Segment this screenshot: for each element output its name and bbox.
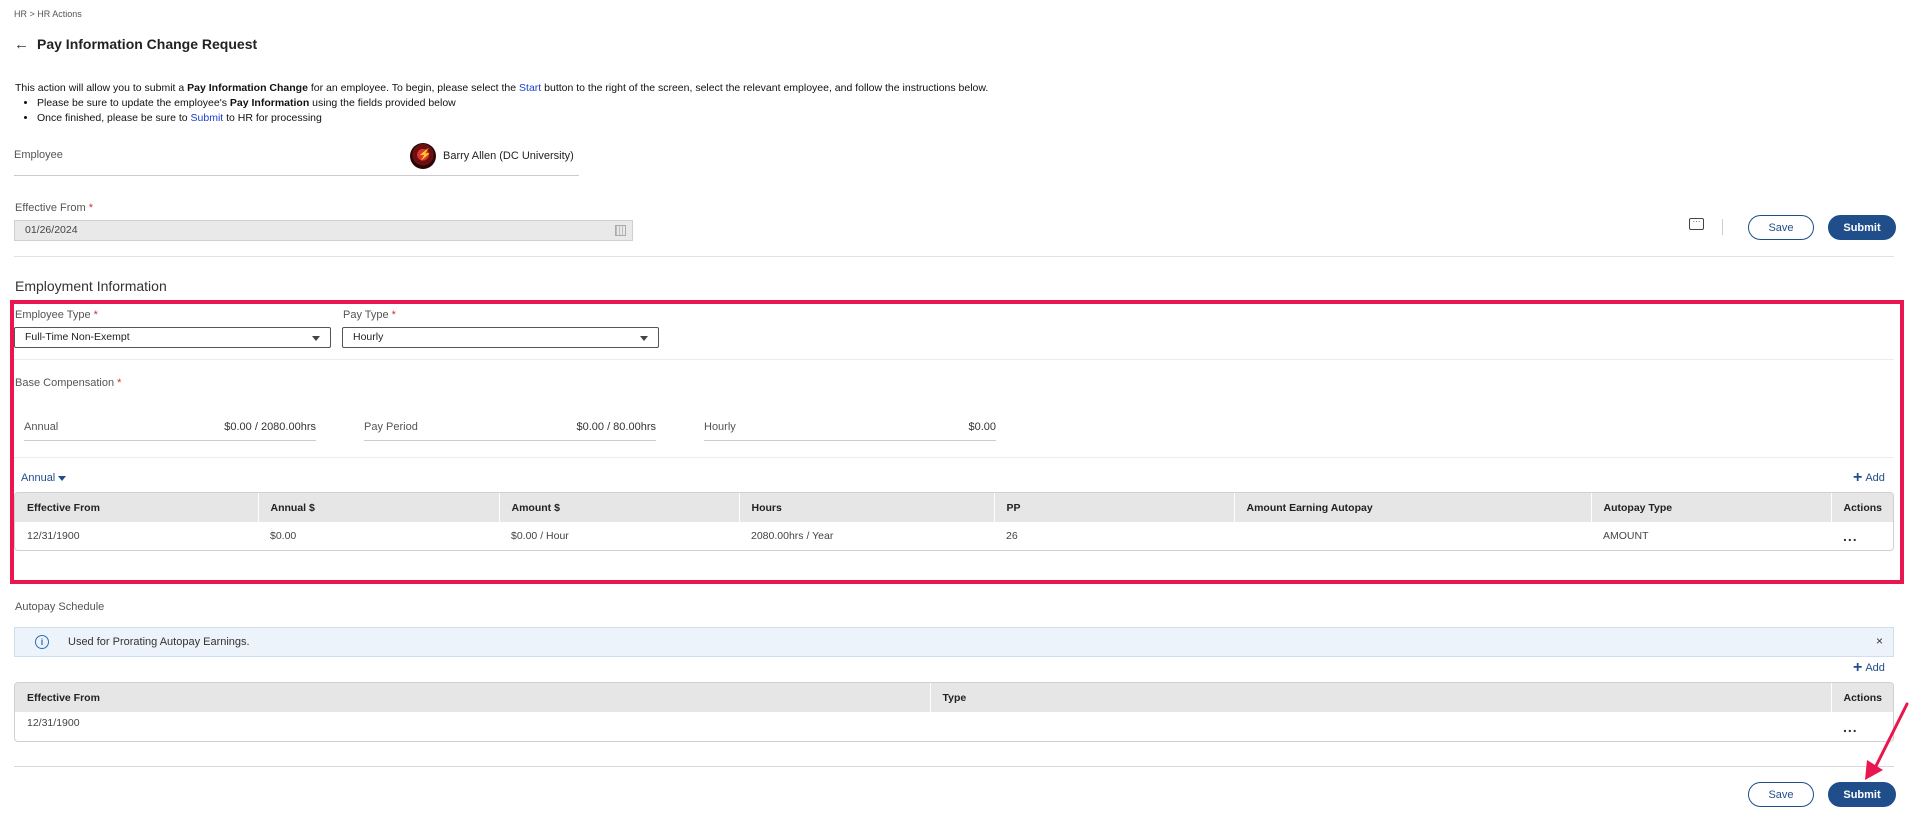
employee-name: Barry Allen (DC University) [443,150,574,162]
page-title-text: Pay Information Change Request [37,36,258,52]
employee-type-label: Employee Type * [15,309,98,321]
comp-label: Hourly [704,421,736,433]
base-compensation-label: Base Compensation * [15,377,122,389]
column-header[interactable]: PP [994,493,1235,522]
pay-type-label: Pay Type * [343,309,396,321]
employee-type-value: Full-Time Non-Exempt [25,331,130,343]
comp-value: $0.00 / 2080.00hrs [224,421,316,433]
info-banner: i Used for Prorating Autopay Earnings. × [14,627,1894,657]
effective-from-value: 01/26/2024 [25,224,78,236]
column-header[interactable]: Effective From [15,683,931,712]
instructions-paragraph: This action will allow you to submit a P… [15,81,988,96]
instructions-bold: Pay Information Change [187,82,308,94]
column-header[interactable]: Type [930,683,1832,712]
instructions-list: Please be sure to update the employee's … [37,96,988,126]
comp-label: Pay Period [364,421,418,433]
employee-type-select[interactable]: Full-Time Non-Exempt [14,327,331,348]
comp-label: Annual [24,421,59,433]
close-icon[interactable]: × [1876,634,1883,648]
instructions-text: This action will allow you to submit a [15,82,188,94]
plus-icon: + [1853,659,1863,676]
column-header[interactable]: Hours [739,493,995,522]
comp-value: $0.00 / 80.00hrs [576,421,656,433]
submit-button-bottom[interactable]: Submit [1828,782,1896,807]
instructions: This action will allow you to submit a P… [15,81,988,126]
toolbar-divider [1722,219,1723,235]
table-header-row: Effective From Type Actions [15,683,1893,712]
hourly-compensation: Hourly $0.00 [704,419,996,441]
chevron-down-icon [312,336,320,341]
instructions-text: button to the right of the screen, selec… [541,82,989,94]
autopay-schedule-title: Autopay Schedule [15,601,105,613]
instructions-text: for an employee. To begin, please select… [307,82,520,94]
table-cell: AMOUNT [1603,530,1649,542]
effective-from-label: Effective From * [15,202,93,214]
row-actions-menu-icon[interactable]: ... [1843,528,1858,544]
back-arrow-icon[interactable]: ← [14,37,29,52]
comment-icon[interactable]: ··· [1689,218,1704,230]
table-cell: 26 [1006,530,1018,542]
instructions-list-item: Once finished, please be sure to Submit … [37,111,988,126]
column-header[interactable]: Annual $ [258,493,500,522]
info-text: Used for Prorating Autopay Earnings. [68,636,250,648]
compensation-table: Effective From Annual $ Amount $ Hours P… [14,492,1894,551]
employee-label: Employee [14,149,63,161]
table-cell: $0.00 [270,530,297,542]
pay-period-compensation: Pay Period $0.00 / 80.00hrs [364,419,656,441]
annual-compensation: Annual $0.00 / 2080.00hrs [24,419,316,441]
table-cell [1234,522,1591,550]
chevron-down-icon [58,475,67,481]
column-header: Actions [1831,493,1893,522]
employee-field: Employee Barry Allen (DC University) [14,142,579,176]
pay-type-select[interactable]: Hourly [342,327,659,348]
save-button-bottom[interactable]: Save [1748,782,1814,807]
employment-info-title: Employment Information [15,278,167,294]
pay-type-value: Hourly [353,331,384,343]
add-compensation-button[interactable]: + Add [1853,470,1885,486]
table-cell: 2080.00hrs / Year [751,530,834,542]
table-cell: 12/31/1900 [27,717,80,729]
breadcrumb[interactable]: HR > HR Actions [14,9,82,19]
table-header-row: Effective From Annual $ Amount $ Hours P… [15,493,1893,522]
add-label: Add [1865,662,1885,674]
instructions-list-item: Please be sure to update the employee's … [37,96,988,111]
table-cell: $0.00 / Hour [511,530,569,542]
section-divider [14,256,1894,257]
page-title: ← Pay Information Change Request [14,36,257,52]
table-row: 12/31/1900 $0.00 $0.00 / Hour 2080.00hrs… [15,522,1893,550]
save-button[interactable]: Save [1748,215,1814,240]
divider [14,359,1894,360]
column-header[interactable]: Amount Earning Autopay [1234,493,1592,522]
plus-icon: + [1853,469,1863,486]
add-label: Add [1865,472,1885,484]
table-cell [930,712,1831,741]
add-autopay-button[interactable]: + Add [1853,660,1885,676]
submit-button[interactable]: Submit [1828,215,1896,240]
chevron-down-icon [640,336,648,341]
employee-chip[interactable]: Barry Allen (DC University) [410,143,574,169]
view-select-label: Annual [21,472,56,484]
effective-from-input[interactable]: 01/26/2024 [14,220,633,241]
column-header[interactable]: Amount $ [499,493,740,522]
divider [14,457,1894,458]
comp-value: $0.00 [968,421,996,433]
info-icon: i [35,635,49,649]
table-cell: 12/31/1900 [27,530,80,542]
annotation-arrow-icon [1865,702,1909,780]
calendar-icon[interactable] [615,225,626,236]
autopay-table: Effective From Type Actions 12/31/1900 .… [14,682,1894,742]
avatar [410,143,436,169]
column-header[interactable]: Effective From [15,493,259,522]
compensation-view-select[interactable]: Annual [21,472,67,484]
start-link: Start [519,82,542,94]
table-row: 12/31/1900 ... [15,712,1893,741]
column-header[interactable]: Autopay Type [1591,493,1832,522]
footer-divider [14,766,1894,767]
